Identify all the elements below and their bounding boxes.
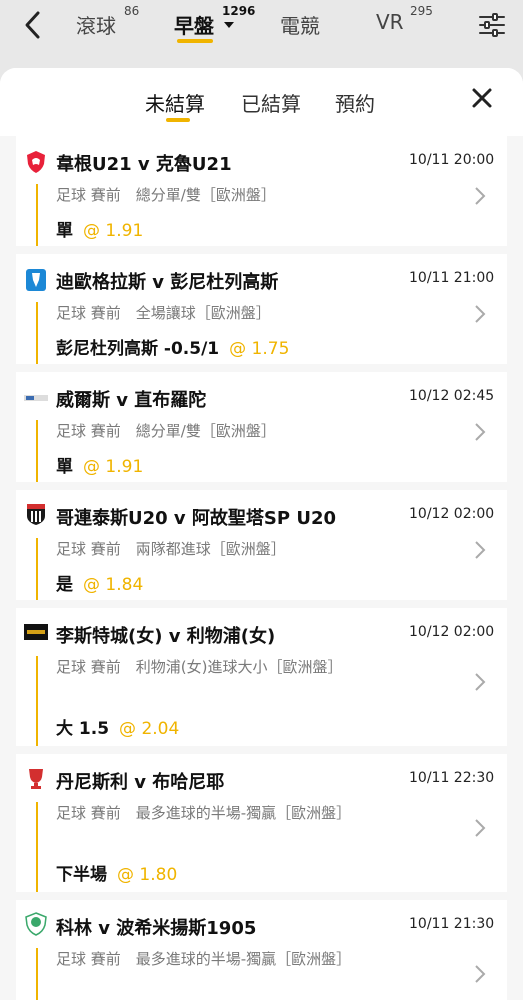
team-crest-icon: [27, 504, 45, 525]
team-crest-icon: [27, 151, 45, 173]
odds-value: @ 1.91: [83, 221, 144, 241]
team-crest-icon: [25, 912, 47, 936]
bet-type: 足球 賽前 利物浦(女)進球大小［歐洲盤］: [56, 658, 343, 676]
tab-live-label: 滾球: [76, 14, 116, 38]
match-title: 韋根U21 v 克魯U21: [56, 154, 232, 175]
bet-list: 韋根U21 v 克魯U21 10/11 20:00 足球 賽前 總分單/雙［歐洲…: [0, 136, 523, 1000]
cup-trophy-icon: [29, 769, 43, 789]
match-title: 威爾斯 v 直布羅陀: [56, 390, 207, 411]
selection-label: 單: [56, 221, 73, 241]
match-time: 10/11 21:00: [409, 270, 495, 286]
tab-esports[interactable]: 電競: [280, 10, 320, 39]
tab-early-count: 1296: [222, 4, 256, 18]
bet-type: 足球 賽前 總分單/雙［歐洲盤］: [56, 186, 276, 204]
timeline-line: [36, 538, 38, 600]
back-arrow-icon[interactable]: [18, 8, 48, 42]
selection-label: 大 1.5: [56, 719, 110, 739]
selection-label: 單: [56, 457, 73, 477]
match-title: 哥連泰斯U20 v 阿故聖塔SP U20: [56, 508, 337, 529]
tab-early[interactable]: 早盤 1296: [174, 4, 255, 39]
timeline-line: [36, 948, 38, 1000]
selection-label: 下半場: [56, 865, 107, 885]
timeline-line: [36, 802, 38, 892]
match-time: 10/11 20:00: [409, 152, 495, 168]
tab-settled[interactable]: 已結算: [241, 88, 301, 117]
close-icon[interactable]: [470, 86, 494, 110]
timeline-line: [36, 302, 38, 364]
chevron-right-icon[interactable]: [474, 964, 486, 984]
timeline-line: [36, 420, 38, 482]
tab-esports-label: 電競: [280, 14, 320, 38]
bet-type: 足球 賽前 全場讓球［歐洲盤］: [56, 304, 271, 322]
timeline-line: [36, 184, 38, 246]
team-crest-icon: [24, 624, 48, 640]
chevron-right-icon[interactable]: [474, 672, 486, 692]
tab-vr-count: 295: [410, 4, 433, 18]
match-time: 10/11 22:30: [409, 770, 495, 786]
chevron-right-icon[interactable]: [474, 818, 486, 838]
sheet-header: 未結算 已結算 預約: [0, 68, 523, 136]
match-time: 10/12 02:45: [409, 388, 495, 404]
tab-live[interactable]: 滾球 86: [76, 4, 139, 39]
bet-type: 足球 賽前 最多進球的半場-獨贏［歐洲盤］: [56, 950, 352, 968]
match-title: 丹尼斯利 v 布哈尼耶: [56, 772, 225, 793]
match-time: 10/12 02:00: [409, 624, 495, 640]
active-tab-indicator: [177, 39, 213, 43]
tab-vr[interactable]: VR 295: [376, 4, 433, 34]
match-title: 科林 v 波希米揚斯1905: [56, 918, 257, 939]
odds-value: @ 2.04: [119, 719, 180, 739]
odds-value: @ 1.80: [117, 865, 178, 885]
selection-label: 彭尼杜列高斯 -0.5/1: [56, 339, 220, 359]
bet-selection: 是 @ 1.84: [56, 570, 143, 595]
match-time: 10/11 21:30: [409, 916, 495, 932]
bet-selection: 單 @ 1.91: [56, 452, 143, 477]
chevron-right-icon[interactable]: [474, 304, 486, 324]
timeline-line: [36, 656, 38, 746]
dropdown-caret-icon[interactable]: [224, 22, 234, 28]
bet-history-sheet: 未結算 已結算 預約 韋根U21 v 克魯U21 10/11 20:00 足球 …: [0, 68, 523, 1000]
tab-live-count: 86: [124, 4, 140, 18]
bet-type: 足球 賽前 最多進球的半場-獨贏［歐洲盤］: [56, 804, 352, 822]
tab-vr-label: VR: [376, 10, 404, 34]
match-title: 李斯特城(女) v 利物浦(女): [56, 626, 276, 647]
tab-unsettled[interactable]: 未結算: [145, 88, 205, 117]
team-crest-icon: [24, 395, 48, 401]
odds-value: @ 1.91: [83, 457, 144, 477]
odds-value: @ 1.75: [229, 339, 290, 359]
bet-type: 足球 賽前 總分單/雙［歐洲盤］: [56, 422, 276, 440]
chevron-right-icon[interactable]: [474, 422, 486, 442]
bet-selection: 單 @ 1.91: [56, 216, 143, 241]
chevron-right-icon[interactable]: [474, 540, 486, 560]
odds-value: @ 1.84: [83, 575, 144, 595]
match-title: 迪歐格拉斯 v 彭尼杜列高斯: [56, 272, 279, 293]
subtab-indicator: [166, 118, 190, 122]
top-nav: 滾球 86 早盤 1296 電競 VR 295: [0, 0, 523, 60]
match-time: 10/12 02:00: [409, 506, 495, 522]
team-crest-icon: [26, 269, 46, 291]
tab-early-label: 早盤: [174, 14, 214, 38]
chevron-right-icon[interactable]: [474, 186, 486, 206]
bet-selection: 彭尼杜列高斯 -0.5/1 @ 1.75: [56, 334, 289, 359]
tab-reserved[interactable]: 預約: [335, 88, 375, 117]
bet-selection: 大 1.5 @ 2.04: [56, 714, 179, 739]
bet-selection: 下半場 @ 1.80: [56, 860, 177, 885]
selection-label: 是: [56, 575, 73, 595]
bet-type: 足球 賽前 兩隊都進球［歐洲盤］: [56, 540, 286, 558]
filter-icon[interactable]: [478, 12, 506, 38]
